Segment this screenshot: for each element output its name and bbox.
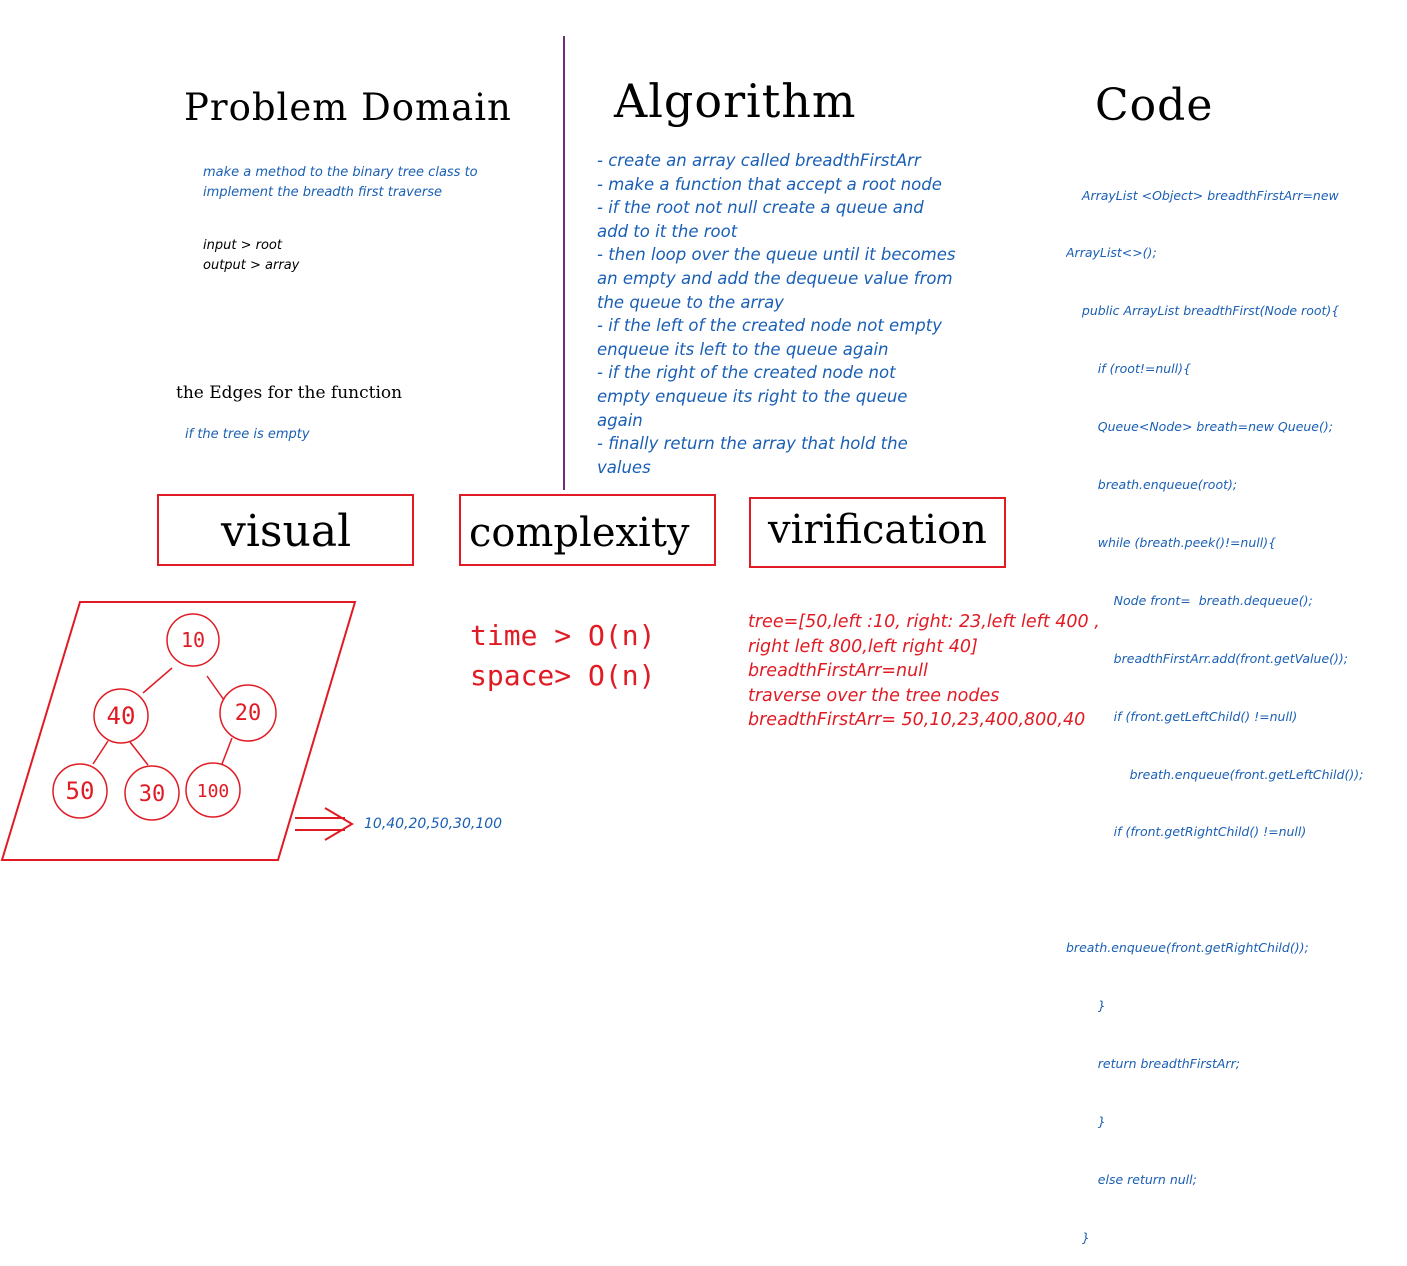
tree-node-label: 30: [139, 782, 166, 807]
verification-line: right left 800,left right 40]: [748, 636, 978, 657]
code-line: }: [1066, 1113, 1106, 1129]
algorithm-line: - if the left of the created node not em…: [597, 316, 942, 336]
verification-steps: tree=[50,left :10, right: 23,left left 4…: [748, 610, 1100, 733]
tree-node-label: 40: [107, 702, 136, 730]
code-line: if (front.getLeftChild() !=null): [1066, 708, 1298, 724]
algorithm-line: - if the right of the created node not: [597, 363, 896, 383]
result-arrow-icon: [295, 807, 354, 841]
tree-edge: [206, 675, 225, 701]
verification-line: traverse over the tree nodes: [748, 685, 1000, 706]
algorithm-steps: - create an array called breadthFirstArr…: [597, 149, 1017, 479]
tree-node-label: 10: [181, 628, 205, 652]
code-line: breadthFirstArr.add(front.getValue());: [1066, 650, 1348, 666]
code-line: public ArrayList breadthFirst(Node root)…: [1066, 303, 1340, 319]
algorithm-line: - make a function that accept a root nod…: [597, 174, 942, 194]
problem-description-line: make a method to the binary tree class t…: [203, 165, 478, 180]
tree-edge: [92, 740, 109, 765]
code-line: breath.enqueue(front.getRightChild());: [1066, 940, 1309, 956]
code-line: else return null;: [1066, 1171, 1197, 1187]
io-spec: input > root output > array: [203, 236, 299, 276]
verification-line: breadthFirstArr=null: [748, 661, 928, 681]
code-line: breath.enqueue(front.getLeftChild());: [1066, 766, 1364, 782]
code-title: Code: [1095, 80, 1214, 131]
algorithm-line: the queue to the array: [597, 292, 784, 312]
complexity-label: complexity: [469, 510, 690, 556]
algorithm-line: - if the root not null create a queue an…: [597, 198, 924, 218]
edges-title: the Edges for the function: [176, 383, 403, 403]
code-line: Queue<Node> breath=new Queue();: [1066, 419, 1333, 435]
edge-case: if the tree is empty: [185, 427, 310, 442]
algorithm-line: add to it the root: [597, 221, 738, 241]
time-complexity: time > O(n): [470, 619, 656, 652]
algorithm-title: Algorithm: [614, 74, 857, 128]
code-line: while (breath.peek()!=null){: [1066, 534, 1277, 550]
code-line: Node front= breath.dequeue();: [1066, 592, 1313, 608]
problem-description-line: implement the breadth first traverse: [203, 185, 442, 200]
problem-description: make a method to the binary tree class t…: [203, 163, 478, 203]
algorithm-line: an empty and add the dequeue value from: [597, 268, 953, 288]
tree-node-label: 50: [66, 777, 95, 805]
code-line: if (root!=null){: [1066, 361, 1191, 377]
tree-frame: [0, 601, 357, 861]
algorithm-line: - create an array called breadthFirstArr: [597, 151, 921, 170]
code-block: ArrayList <Object> breadthFirstArr=new A…: [1066, 147, 1406, 1266]
verification-line: tree=[50,left :10, right: 23,left left 4…: [748, 612, 1100, 632]
visual-label: visual: [221, 506, 352, 557]
code-line: ArrayList <Object> breadthFirstArr=new: [1066, 187, 1339, 203]
code-line: return breadthFirstArr;: [1066, 1055, 1240, 1071]
algorithm-line: values: [597, 457, 651, 477]
tree-edge: [142, 667, 173, 694]
algorithm-line: empty enqueue its right to the queue: [597, 386, 908, 406]
code-line: }: [1066, 998, 1106, 1014]
code-line: ArrayList<>();: [1066, 245, 1157, 261]
tree-edge: [129, 741, 149, 766]
space-complexity: space> O(n): [470, 659, 656, 692]
code-line: breath.enqueue(root);: [1066, 477, 1238, 493]
tree-node-label: 20: [235, 701, 262, 726]
verification-label: virification: [768, 507, 987, 553]
tree-node-label: 100: [197, 781, 230, 802]
code-line: }: [1066, 1229, 1090, 1245]
algorithm-line: enqueue its left to the queue again: [597, 339, 889, 359]
verification-line: breadthFirstArr= 50,10,23,400,800,40: [748, 710, 1086, 730]
complexity-section-box: complexity: [459, 494, 716, 566]
input-spec: input > root: [203, 238, 282, 253]
output-spec: output > array: [203, 258, 300, 273]
algorithm-line: - then loop over the queue until it beco…: [597, 245, 956, 265]
complexity-values: time > O(n) space> O(n): [470, 616, 655, 696]
verification-section-box: virification: [749, 497, 1006, 568]
problem-domain-title: Problem Domain: [184, 86, 512, 129]
code-line: if (front.getRightChild() !=null): [1066, 824, 1307, 840]
visual-section-box: visual: [157, 494, 414, 566]
traversal-result: 10,40,20,50,30,100: [364, 816, 503, 832]
algorithm-line: again: [597, 410, 643, 430]
tree-edge: [221, 737, 233, 765]
algorithm-line: - finally return the array that hold the: [597, 434, 908, 454]
